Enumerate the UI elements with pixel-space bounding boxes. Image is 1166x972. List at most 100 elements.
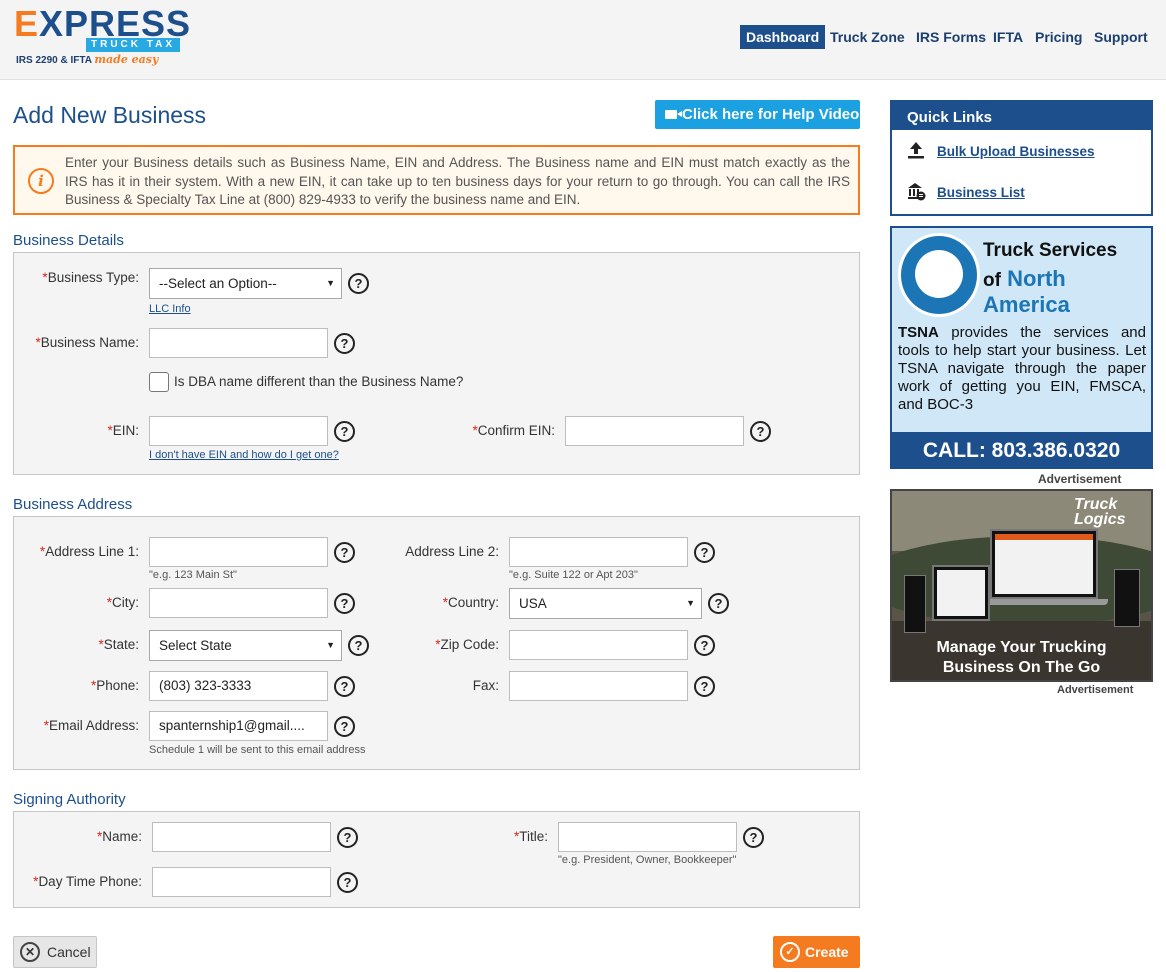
day-phone-label: *Day Time Phone:	[33, 874, 142, 889]
phone-label: *Phone:	[90, 678, 139, 693]
trucklogics-logo: Truck Logics	[1074, 496, 1126, 528]
dba-checkbox-label: Is DBA name different than the Business …	[174, 374, 464, 389]
upload-icon	[908, 142, 924, 159]
help-icon[interactable]: ?	[337, 827, 358, 848]
laptop-graphic	[990, 529, 1098, 599]
help-icon[interactable]: ?	[348, 635, 369, 656]
check-icon: ✓	[780, 942, 800, 962]
ein-input[interactable]	[149, 416, 328, 446]
signer-title-label: *Title:	[513, 829, 548, 844]
business-name-label: *Business Name:	[35, 335, 139, 350]
notice-text: Enter your Business details such as Busi…	[65, 155, 850, 207]
video-camera-icon	[665, 110, 682, 119]
address2-input[interactable]	[509, 537, 688, 567]
country-select[interactable]: USA ▼	[509, 588, 702, 619]
tsna-advertisement[interactable]: Truck Services of North America TSNA pro…	[890, 226, 1153, 469]
help-icon[interactable]: ?	[334, 333, 355, 354]
help-icon[interactable]: ?	[694, 676, 715, 697]
business-list-icon	[908, 183, 926, 201]
email-label: *Email Address:	[43, 718, 139, 733]
nav-dashboard[interactable]: Dashboard	[740, 25, 826, 49]
phone-input[interactable]: (803) 323-3333	[149, 671, 328, 701]
signer-name-label: *Name:	[96, 829, 142, 844]
address1-label: *Address Line 1:	[39, 544, 139, 559]
business-details-heading: Business Details	[13, 232, 124, 249]
help-icon[interactable]: ?	[750, 421, 771, 442]
help-icon[interactable]: ?	[337, 872, 358, 893]
address1-input[interactable]	[149, 537, 328, 567]
ad-call-number: CALL: 803.386.0320	[892, 432, 1151, 467]
help-icon[interactable]: ?	[743, 827, 764, 848]
phone-graphic	[1114, 569, 1140, 627]
info-icon: i	[28, 168, 54, 194]
fax-label: Fax:	[472, 678, 499, 693]
zip-label: *Zip Code:	[435, 637, 499, 652]
chevron-down-icon: ▼	[686, 598, 695, 608]
ad-tagline: Manage Your Trucking Business On The Go	[936, 639, 1107, 676]
no-ein-link[interactable]: I don't have EIN and how do I get one?	[149, 449, 339, 461]
zip-input[interactable]	[509, 630, 688, 660]
phone-graphic	[904, 575, 926, 633]
nav-truck-zone[interactable]: Truck Zone	[830, 25, 905, 49]
nav-irs-forms[interactable]: IRS Forms	[916, 25, 986, 49]
header: EXPRESS TRUCK TAX IRS 2290 & IFTA made e…	[0, 0, 1166, 80]
help-icon[interactable]: ?	[708, 593, 729, 614]
title-hint: "e.g. President, Owner, Bookkeeper"	[558, 854, 737, 866]
help-icon[interactable]: ?	[694, 635, 715, 656]
state-label: *State:	[98, 637, 139, 652]
help-icon[interactable]: ?	[694, 542, 715, 563]
cancel-button[interactable]: ✕ Cancel	[13, 936, 97, 968]
signer-title-input[interactable]	[558, 822, 737, 852]
help-icon[interactable]: ?	[334, 716, 355, 737]
address1-hint: "e.g. 123 Main St"	[149, 569, 237, 581]
trucklogics-advertisement[interactable]: Truck Logics Manage Your Trucking Business…	[890, 489, 1153, 682]
country-label: *Country:	[442, 595, 499, 610]
help-video-button[interactable]: Click here for Help Video	[655, 100, 860, 129]
confirm-ein-label: *Confirm EIN:	[472, 423, 555, 438]
address2-label: Address Line 2:	[405, 544, 499, 559]
advertisement-label: Advertisement	[1057, 684, 1134, 696]
business-list-link[interactable]: Business List	[937, 185, 1025, 200]
address2-hint: "e.g. Suite 122 or Apt 203"	[509, 569, 638, 581]
logo-subtitle: IRS 2290 & IFTA made easy	[16, 53, 159, 66]
email-input[interactable]: spanternship1@gmail....	[149, 711, 328, 741]
business-name-input[interactable]	[149, 328, 328, 358]
help-icon[interactable]: ?	[334, 593, 355, 614]
confirm-ein-input[interactable]	[565, 416, 744, 446]
ad-title-line1: Truck Services	[983, 240, 1118, 261]
chevron-down-icon: ▼	[326, 640, 335, 650]
create-button[interactable]: ✓ Create	[773, 936, 860, 968]
business-type-label: *Business Type:	[42, 270, 139, 285]
ad-body: TSNA provides the services and tools to …	[898, 324, 1146, 413]
help-icon[interactable]: ?	[334, 421, 355, 442]
help-icon[interactable]: ?	[334, 676, 355, 697]
info-notice: i Enter your Business details such as Bu…	[13, 145, 860, 215]
advertisement-label: Advertisement	[1038, 472, 1122, 486]
quick-links-title: Quick Links	[892, 102, 1151, 130]
email-hint: Schedule 1 will be sent to this email ad…	[149, 744, 366, 756]
nav-support[interactable]: Support	[1094, 25, 1148, 49]
tsna-seal-logo	[898, 233, 980, 317]
llc-info-link[interactable]: LLC Info	[149, 303, 191, 315]
fax-input[interactable]	[509, 671, 688, 701]
dba-checkbox[interactable]	[149, 372, 169, 392]
business-address-heading: Business Address	[13, 496, 133, 513]
tablet-graphic	[932, 565, 990, 621]
signer-name-input[interactable]	[152, 822, 331, 852]
day-phone-input[interactable]	[152, 867, 331, 897]
page-title: Add New Business	[13, 102, 207, 128]
city-input[interactable]	[149, 588, 328, 618]
nav-ifta[interactable]: IFTA	[993, 25, 1023, 49]
quick-links-panel: Quick Links Bulk Upload Businesses Busin…	[890, 100, 1153, 216]
help-icon[interactable]: ?	[334, 542, 355, 563]
state-select[interactable]: Select State ▼	[149, 630, 342, 661]
logo-band: TRUCK TAX	[86, 38, 180, 52]
help-icon[interactable]: ?	[348, 273, 369, 294]
chevron-down-icon: ▼	[326, 278, 335, 288]
business-type-select[interactable]: --Select an Option-- ▼	[149, 268, 342, 299]
ad-title-line2: of North America	[983, 266, 1070, 317]
city-label: *City:	[106, 595, 139, 610]
bulk-upload-link[interactable]: Bulk Upload Businesses	[937, 144, 1095, 159]
nav-pricing[interactable]: Pricing	[1035, 25, 1082, 49]
ein-label: *EIN:	[107, 423, 139, 438]
